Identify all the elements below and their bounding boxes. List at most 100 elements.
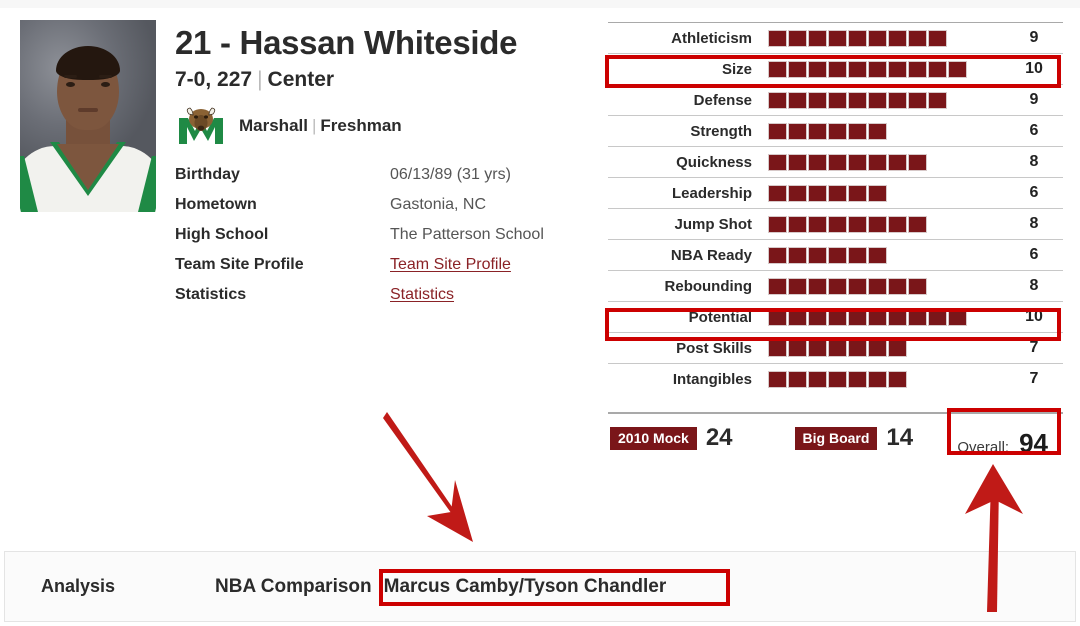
- analysis-bar: Analysis NBA Comparison Marcus Camby/Tys…: [4, 551, 1076, 622]
- player-profile-page: 21 - Hassan Whiteside 7-0, 227 | Center Ma…: [0, 0, 1080, 626]
- rating-label: Post Skills: [676, 339, 752, 357]
- rating-segment-filled: [848, 370, 867, 388]
- rating-segment-filled: [828, 339, 847, 357]
- rating-segment-filled: [828, 153, 847, 171]
- rating-segment-empty: [908, 247, 927, 264]
- rating-segment-filled: [828, 60, 847, 78]
- rating-segment-filled: [848, 91, 867, 109]
- player-headshot-photo: [20, 20, 156, 212]
- rating-segment-filled: [808, 29, 827, 47]
- rating-segment-filled: [888, 277, 907, 295]
- rating-segment-empty: [928, 371, 947, 388]
- rating-segment-filled: [888, 308, 907, 326]
- rating-segment-filled: [808, 277, 827, 295]
- rating-segment-filled: [928, 29, 947, 47]
- rating-segment-filled: [868, 215, 887, 233]
- mock-draft-badge: 2010 Mock: [610, 426, 697, 450]
- rating-segment-empty: [948, 278, 967, 295]
- rating-segment-filled: [828, 215, 847, 233]
- overall-label: Overall:: [957, 439, 1010, 456]
- bio-value: The Patterson School: [390, 226, 544, 243]
- rating-segment-empty: [908, 123, 927, 140]
- rating-segment-filled: [868, 339, 887, 357]
- rating-segment-filled: [808, 91, 827, 109]
- eyebrow-right: [99, 75, 112, 78]
- rating-row: Rebounding 8: [608, 270, 1063, 301]
- rating-segment-filled: [868, 277, 887, 295]
- rating-row: Strength 6: [608, 115, 1063, 146]
- rating-bar: [768, 308, 1005, 326]
- rating-segment-empty: [888, 123, 907, 140]
- rating-label: Quickness: [676, 153, 752, 171]
- rating-segment-empty: [948, 123, 967, 140]
- rating-segment-empty: [948, 216, 967, 233]
- rating-segment-filled: [868, 184, 887, 202]
- rating-bar: [768, 122, 1005, 140]
- rating-segment-filled: [948, 308, 967, 326]
- rating-segment-filled: [768, 153, 787, 171]
- rating-segment-empty: [948, 247, 967, 264]
- rating-segment-filled: [808, 215, 827, 233]
- rating-segment-filled: [808, 184, 827, 202]
- rating-segment-empty: [888, 185, 907, 202]
- rating-segment-filled: [888, 29, 907, 47]
- rating-segment-filled: [808, 339, 827, 357]
- mouth-shape: [78, 108, 98, 112]
- team-divider: |: [311, 116, 317, 135]
- rating-label: Athleticism: [671, 29, 752, 47]
- rating-segment-empty: [928, 216, 947, 233]
- statistics-link[interactable]: Statistics: [390, 286, 454, 304]
- rating-segment-filled: [768, 308, 787, 326]
- rating-segment-filled: [768, 122, 787, 140]
- rating-segment-filled: [808, 246, 827, 264]
- rating-segment-empty: [928, 185, 947, 202]
- rating-value: 6: [1029, 184, 1039, 201]
- rating-segment-filled: [828, 184, 847, 202]
- rating-segment-filled: [868, 91, 887, 109]
- rating-segment-filled: [868, 308, 887, 326]
- rating-row: Intangibles 7: [608, 363, 1063, 394]
- rating-value: 10: [1025, 60, 1043, 77]
- rating-segment-empty: [928, 278, 947, 295]
- rating-segment-filled: [888, 339, 907, 357]
- ratings-table: Athleticism 9 Size 10 Defense 9 Strength 6 Quick…: [608, 22, 1063, 394]
- rating-segment-filled: [888, 60, 907, 78]
- rating-segment-filled: [888, 153, 907, 171]
- team-site-profile-link[interactable]: Team Site Profile: [390, 256, 511, 274]
- rating-bar: [768, 277, 1005, 295]
- rating-segment-filled: [768, 370, 787, 388]
- rating-segment-empty: [908, 340, 927, 357]
- player-class: Freshman: [320, 116, 402, 135]
- rating-segment-filled: [868, 29, 887, 47]
- overall-score-box: Overall: 94: [946, 422, 1059, 466]
- rating-row: Post Skills 7: [608, 332, 1063, 363]
- rating-segment-filled: [928, 91, 947, 109]
- rating-label: Defense: [693, 91, 752, 109]
- rating-segment-empty: [928, 247, 947, 264]
- player-bio-list: Birthday 06/13/89 (31 yrs) Hometown Gast…: [175, 166, 595, 316]
- rating-segment-filled: [928, 308, 947, 326]
- marshall-herd-logo-icon: [175, 107, 227, 145]
- rating-segment-filled: [908, 153, 927, 171]
- rating-bar: [768, 370, 1005, 388]
- rating-segment-filled: [788, 215, 807, 233]
- rating-segment-filled: [848, 308, 867, 326]
- rating-segment-filled: [828, 29, 847, 47]
- rating-segment-filled: [768, 184, 787, 202]
- rating-segment-filled: [768, 215, 787, 233]
- bio-label: Hometown: [175, 196, 257, 213]
- rating-segment-filled: [788, 246, 807, 264]
- rating-segment-filled: [888, 91, 907, 109]
- rating-segment-filled: [828, 91, 847, 109]
- rating-segment-filled: [848, 246, 867, 264]
- rating-segment-filled: [828, 277, 847, 295]
- rating-row: Leadership 6: [608, 177, 1063, 208]
- eyebrow-left: [64, 75, 77, 78]
- bio-value: Gastonia, NC: [390, 196, 487, 213]
- bio-label: Birthday: [175, 166, 240, 183]
- rating-segment-filled: [808, 308, 827, 326]
- rating-segment-filled: [788, 60, 807, 78]
- rating-segment-filled: [768, 60, 787, 78]
- rating-bar: [768, 91, 1005, 109]
- rating-segment-filled: [788, 308, 807, 326]
